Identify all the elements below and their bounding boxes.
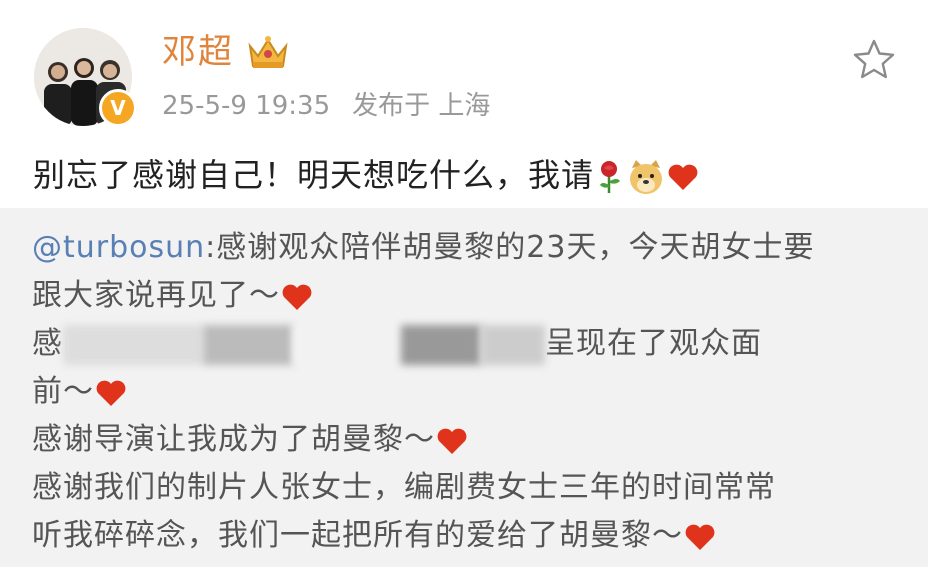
repost-line-3-start: 感	[32, 326, 63, 361]
repost-section[interactable]: @turbosun:感谢观众陪伴胡曼黎的23天，今天胡女士要 跟大家说再见了～ …	[0, 208, 928, 567]
blurred-region	[401, 324, 481, 365]
blurred-region	[63, 324, 203, 365]
verified-badge: V	[99, 89, 137, 127]
doge-icon	[630, 160, 663, 194]
heart-icon	[685, 524, 715, 550]
blurred-region	[481, 324, 545, 365]
post-date: 25-5-9 19:35	[162, 91, 331, 121]
mention-link[interactable]: @turbosun	[32, 230, 205, 265]
crown-icon	[248, 36, 288, 68]
blurred-region	[293, 324, 401, 365]
repost-text: @turbosun:感谢观众陪伴胡曼黎的23天，今天胡女士要 跟大家说再见了～ …	[32, 224, 912, 560]
heart-icon	[437, 428, 467, 454]
heart-icon	[96, 380, 126, 406]
repost-line-5-text: 感谢导演让我成为了胡曼黎～	[32, 422, 435, 457]
repost-line-7-text: 听我碎碎念，我们一起把所有的爱给了胡曼黎～	[32, 518, 683, 553]
repost-line-1: @turbosun:感谢观众陪伴胡曼黎的23天，今天胡女士要	[32, 224, 912, 272]
repost-line-3: 感 呈现在了观众面	[32, 320, 912, 368]
heart-icon	[282, 284, 312, 310]
repost-line-1-text: :感谢观众陪伴胡曼黎的23天，今天胡女士要	[205, 230, 815, 265]
repost-line-6: 感谢我们的制片人张女士，编剧费女士三年的时间常常	[32, 464, 912, 512]
repost-line-7: 听我碎碎念，我们一起把所有的爱给了胡曼黎～	[32, 512, 912, 560]
post-body: 别忘了感谢自己！明天想吃什么，我请	[33, 156, 595, 194]
repost-line-3-end: 呈现在了观众面	[545, 326, 762, 361]
repost-line-4-text: 前～	[32, 374, 94, 409]
post-meta: 25-5-9 19:35 发布于 上海	[162, 88, 512, 124]
post-location: 发布于 上海	[352, 91, 491, 121]
post-text: 别忘了感谢自己！明天想吃什么，我请	[33, 152, 700, 198]
repost-line-4: 前～	[32, 368, 912, 416]
username[interactable]: 邓超	[162, 28, 234, 76]
repost-line-6-text: 感谢我们的制片人张女士，编剧费女士三年的时间常常	[32, 470, 776, 505]
repost-line-2: 跟大家说再见了～	[32, 272, 912, 320]
blurred-region	[203, 324, 293, 365]
star-icon[interactable]	[852, 38, 896, 80]
repost-line-2-text: 跟大家说再见了～	[32, 278, 280, 313]
heart-icon	[668, 164, 698, 190]
rose-icon	[600, 161, 621, 193]
repost-line-5: 感谢导演让我成为了胡曼黎～	[32, 416, 912, 464]
